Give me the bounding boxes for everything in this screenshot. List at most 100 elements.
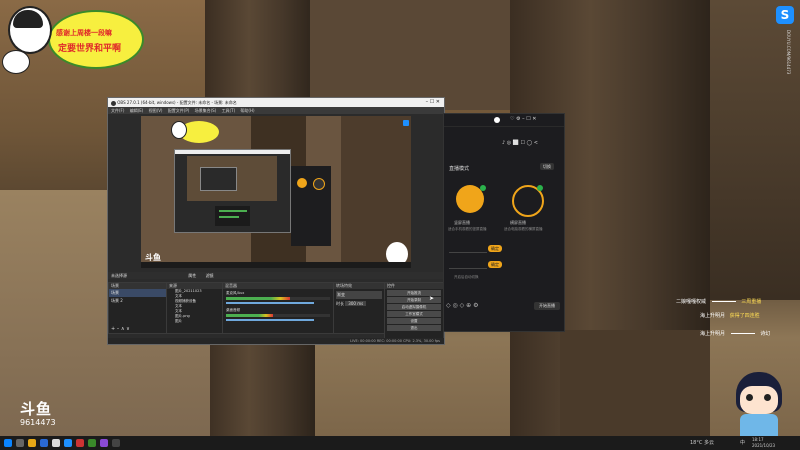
menu-help[interactable]: 帮助(H) [240,108,254,113]
panel-avatar-icon [494,117,500,123]
transitions-dock: 转场特效 渐变 时长 300 ms [333,282,385,334]
menu-view[interactable]: 视图(V) [149,108,163,113]
option2-desc: 适合电脑观看的横屏直播 [504,227,543,231]
virtual-camera-button[interactable]: 启动虚拟摄像机 [387,304,441,310]
option1-desc: 适合手机观看的竖屏直播 [448,227,487,231]
duration-input[interactable]: 300 ms [345,301,367,306]
duration-label: 时长 [336,301,344,306]
banner-line2: 定要世界和平啊 [58,44,122,54]
toggle-button[interactable]: 切换 [540,163,554,170]
clock-time[interactable]: 18:17 [752,437,764,442]
obs-taskbar-icon[interactable] [52,439,60,447]
douyu-taskbar-icon[interactable] [64,439,72,447]
chat-text: 获得了四连胜 [729,313,760,319]
settings-button[interactable]: 设置 [387,318,441,324]
controls-header: 控件 [385,283,443,289]
scene-item[interactable]: 场景 [109,289,166,297]
live-settings-panel: ♡ ⚙ – ☐ ✕ ♪ ◎ ⬜ ☐ ◯ < 直播模式 切换 竖屏直播 横屏直播 … [443,113,565,332]
obs-menubar: 文件(F) 编辑(E) 视图(V) 配置文件(P) 场景集合(S) 工具(T) … [108,107,444,114]
filters-button[interactable]: 滤镜 [206,273,214,278]
scene-controls[interactable]: + – ∧ ∨ [111,326,130,332]
app-icon[interactable] [40,439,48,447]
confirm-button-2[interactable]: 确定 [488,261,502,268]
mixer-meter [226,314,330,317]
watermark-room-id: 9614473 [20,418,56,427]
controls-dock: 控件 开始推流 开始录制 启动虚拟摄像机 工作室模式 设置 退出 [384,282,444,342]
selected-check-icon-2 [537,185,543,191]
windows-taskbar: 18°C 多云 中 18:17 2021/10/23 [0,436,800,450]
option1-label: 竖屏直播 [454,220,470,225]
scene-item[interactable]: 场景 2 [109,297,166,305]
mixer-track-name: 麦克风/Aux [226,291,245,295]
chat-user: 海上升明月 [700,331,726,337]
obs-titlebar[interactable]: OBS 27.0.1 (64-bit, windows) - 配置文件: 未命名… [108,98,444,107]
file-explorer-icon[interactable] [28,439,36,447]
chat-message: 海上升明月 诗幻 [700,330,770,337]
menu-profile[interactable]: 配置文件(P) [168,108,190,113]
panda-icon [2,50,30,74]
preview-banner-avatar [171,121,187,139]
menu-file[interactable]: 文件(F) [111,108,124,113]
app-icon[interactable] [88,439,96,447]
start-menu-icon[interactable] [4,439,12,447]
panel-bottom-icons[interactable]: ◇ ◎ ◇ ⊕ ⚙ [446,302,479,309]
watermark-logo: 斗鱼 [20,400,53,418]
preview-nested-panel [291,166,331,246]
start-live-button[interactable]: 开始直播 [534,302,560,310]
mixer-dock: 混音器 麦克风/Aux 桌面音频 [222,282,334,334]
app-icon[interactable] [100,439,108,447]
confirm-button-1[interactable]: 确定 [488,245,502,252]
mixer-slider[interactable] [226,319,314,321]
banner-bubble [48,10,144,69]
transition-select[interactable]: 渐变 [336,291,382,299]
obs-preview[interactable]: 斗鱼 [141,116,411,268]
obs-status-text: LIVE: 00:00:00 REC: 00:00:00 CPU: 2.3%, … [350,339,440,343]
obs-logo-icon [111,100,116,106]
wooden-floor [560,330,710,436]
chat-message: 二娘嘎嘎权威 三周重播 [676,298,761,305]
banner-line1: 感谢上周楼一段嘛 [56,29,112,37]
menu-tools[interactable]: 工具(T) [222,108,236,113]
no-source-label: 未选择源 [111,273,127,278]
side-url: DOUYU.COM/9614473 [786,30,791,75]
app-logo-icon: S [776,6,794,24]
mode-label: 直播模式 [449,166,470,172]
scenes-dock: 场景 场景 场景 2 + – ∧ ∨ [108,282,167,334]
app-icon[interactable] [76,439,84,447]
wooden-frame-top [310,0,510,110]
transitions-header: 转场特效 [334,283,384,289]
weather-text[interactable]: 18°C 多云 [690,439,714,446]
source-item[interactable]: 图片 [167,319,222,324]
setting-field-1[interactable] [449,246,487,253]
window-controls[interactable]: – ☐ ✕ [426,98,440,107]
panel-toolbar[interactable]: ♪ ◎ ⬜ ☐ ◯ < [502,140,538,146]
sources-dock: 来源 图片_20211023 文本 视频捕获设备 文本 文本 图片.png 图片 [166,282,223,334]
chat-user: 二娘嘎嘎权威 [676,299,707,305]
mixer-track-name: 桌面音频 [226,308,240,312]
chat-text: 诗幻 [760,331,771,337]
ime-indicator[interactable]: 中 [740,439,745,446]
obs-statusbar: LIVE: 00:00:00 REC: 00:00:00 CPU: 2.3%, … [108,338,444,344]
mixer-header: 混音器 [223,283,333,289]
properties-button[interactable]: 属性 [188,273,196,278]
mascot-avatar [730,372,788,436]
panel-titlebar: ♡ ⚙ – ☐ ✕ [444,114,564,127]
search-icon[interactable] [16,439,24,447]
exit-button[interactable]: 退出 [387,325,441,331]
app-icon[interactable] [112,439,120,447]
panel-hint: 开启后自动切换 [454,275,479,279]
source-toolbar: 未选择源 属性 滤镜 [108,272,444,279]
obs-title-text: OBS 27.0.1 (64-bit, windows) - 配置文件: 未命名… [117,100,237,105]
panel-window-controls[interactable]: ♡ ⚙ – ☐ ✕ [510,116,537,122]
obs-window[interactable]: OBS 27.0.1 (64-bit, windows) - 配置文件: 未命名… [107,97,445,345]
preview-nested-obs [174,149,291,233]
preview-logo [403,120,409,126]
preview-taskbar [141,262,411,268]
menu-scene-collection[interactable]: 场景集合(S) [195,108,217,113]
mixer-slider[interactable] [226,302,314,304]
setting-field-2[interactable] [449,262,487,269]
studio-mode-button[interactable]: 工作室模式 [387,311,441,317]
menu-edit[interactable]: 编辑(E) [130,108,144,113]
chat-user: 海上升明月 [700,313,726,319]
clock-date[interactable]: 2021/10/23 [752,443,775,448]
